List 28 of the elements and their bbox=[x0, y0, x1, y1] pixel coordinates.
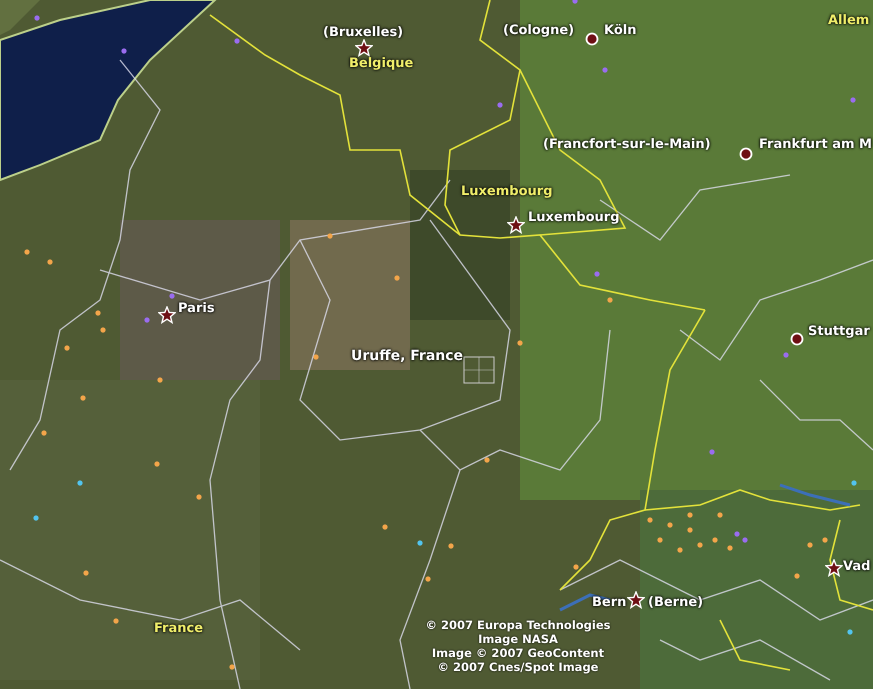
place-label: Stuttgar bbox=[808, 324, 870, 340]
star-icon[interactable] bbox=[355, 39, 373, 57]
place-label: Vad bbox=[843, 559, 870, 575]
place-label: Frankfurt am M bbox=[759, 137, 872, 153]
country-label: Belgique bbox=[349, 56, 414, 72]
place-label: (Bruxelles) bbox=[323, 25, 404, 41]
place-label: Luxembourg bbox=[528, 210, 620, 226]
dot-icon[interactable] bbox=[585, 32, 599, 46]
country-label: Luxembourg bbox=[461, 184, 552, 200]
star-icon[interactable] bbox=[158, 306, 176, 324]
place-label: (Cologne) bbox=[503, 23, 574, 39]
star-icon[interactable] bbox=[627, 591, 645, 609]
copyright-text: © 2007 Europa Technologies bbox=[426, 618, 610, 632]
copyright-text: Image NASA bbox=[478, 632, 558, 646]
dot-icon[interactable] bbox=[790, 332, 804, 346]
dot-icon[interactable] bbox=[739, 147, 753, 161]
target-square-icon bbox=[463, 356, 495, 384]
copyright-text: © 2007 Cnes/Spot Image bbox=[438, 660, 598, 674]
star-icon[interactable] bbox=[825, 559, 843, 577]
place-label: Uruffe, France bbox=[351, 348, 464, 364]
country-label: France bbox=[154, 621, 204, 637]
copyright-text: Image © 2007 GeoContent bbox=[432, 646, 604, 660]
place-label: Paris bbox=[178, 301, 215, 317]
place-label: Köln bbox=[604, 23, 636, 39]
place-label: (Berne) bbox=[648, 595, 704, 611]
place-label: Bern bbox=[592, 595, 626, 611]
country-label: Allem bbox=[828, 13, 870, 29]
star-icon[interactable] bbox=[507, 216, 525, 234]
